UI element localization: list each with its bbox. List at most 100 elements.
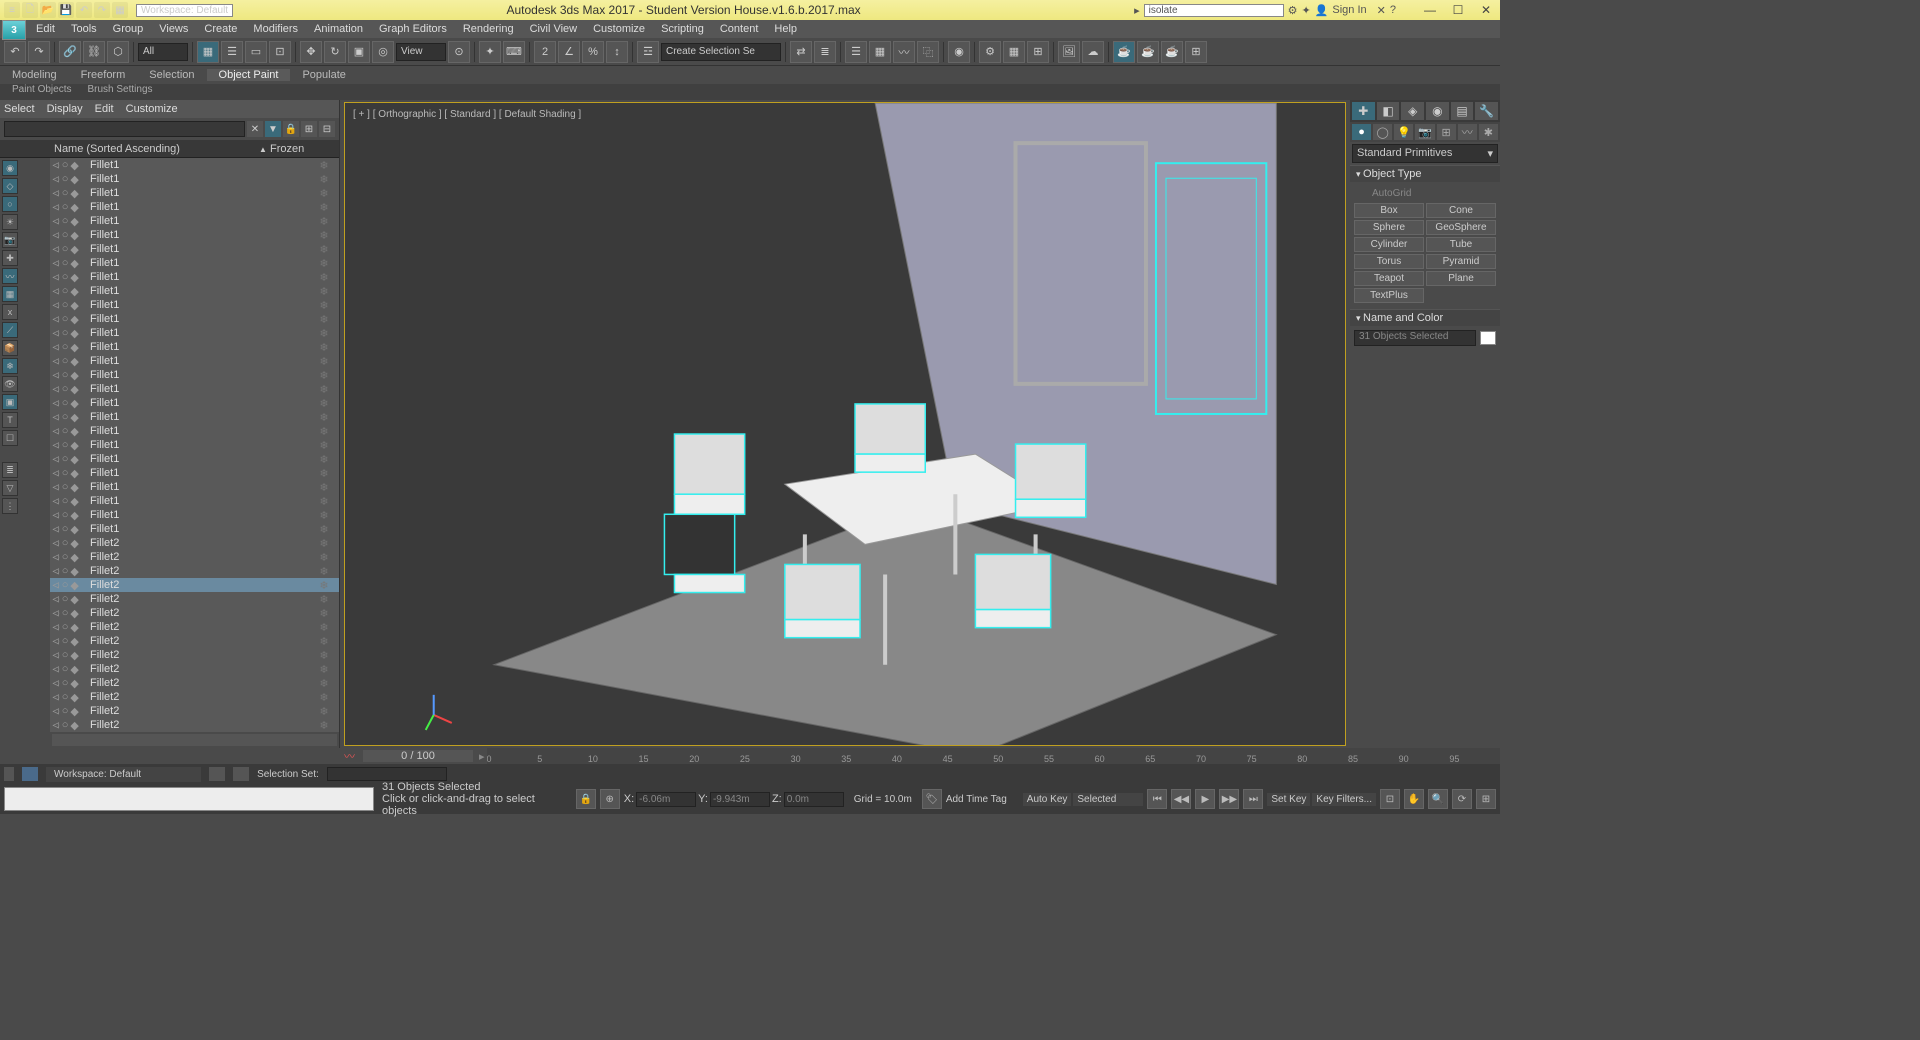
nav-orbit-icon[interactable]: ⟳ — [1452, 789, 1472, 809]
bind-button[interactable]: ⬡ — [107, 41, 129, 63]
explorer-menu-display[interactable]: Display — [47, 103, 83, 115]
visibility-icon[interactable]: ⏿ — [52, 271, 60, 284]
column-name[interactable]: Name (Sorted Ascending) — [50, 143, 259, 155]
trackbar-prompt-icon[interactable] — [22, 767, 38, 781]
layer-explorer-button[interactable]: ☰ — [845, 41, 867, 63]
redo-icon[interactable]: ↷ — [94, 2, 110, 18]
frozen-icon[interactable]: ❄ — [309, 439, 339, 452]
visibility-icon[interactable]: ⏿ — [52, 621, 60, 634]
frozen-icon[interactable]: ❄ — [309, 593, 339, 606]
freeze-icon[interactable]: ○ — [62, 705, 69, 718]
next-frame-icon[interactable]: ▶▶ — [1219, 789, 1239, 809]
visibility-icon[interactable]: ⏿ — [52, 663, 60, 676]
freeze-icon[interactable]: ○ — [62, 607, 69, 620]
frozen-icon[interactable]: ❄ — [309, 229, 339, 242]
utilities-tab-icon[interactable]: 🔧 — [1475, 102, 1498, 120]
keyfilters-button[interactable]: Key Filters... — [1312, 793, 1376, 806]
filter-space-warps-icon[interactable]: 〰 — [2, 268, 18, 284]
primitive-textplus[interactable]: TextPlus — [1354, 288, 1424, 303]
freeze-icon[interactable]: ○ — [62, 509, 69, 522]
visibility-icon[interactable]: ⏿ — [52, 187, 60, 200]
frozen-icon[interactable]: ❄ — [309, 551, 339, 564]
visibility-icon[interactable]: ⏿ — [52, 341, 60, 354]
visibility-icon[interactable]: ⏿ — [52, 677, 60, 690]
visibility-icon[interactable]: ⏿ — [52, 551, 60, 564]
list-item[interactable]: ⏿ ○ ◆Fillet1❄ — [50, 228, 339, 242]
list-item[interactable]: ⏿ ○ ◆Fillet1❄ — [50, 340, 339, 354]
curve-editor-button[interactable]: 〰 — [893, 41, 915, 63]
frozen-icon[interactable]: ❄ — [309, 369, 339, 382]
list-item[interactable]: ⏿ ○ ◆Fillet1❄ — [50, 256, 339, 270]
maxscript-listener[interactable] — [4, 787, 374, 811]
name-color-rollout-header[interactable]: Name and Color — [1350, 309, 1500, 326]
select-object-button[interactable]: ▦ — [197, 41, 219, 63]
menu-tools[interactable]: Tools — [63, 23, 105, 35]
list-item[interactable]: ⏿ ○ ◆Fillet2❄ — [50, 550, 339, 564]
trackbar-keys-icon[interactable] — [209, 767, 225, 781]
geometry-cat-icon[interactable]: ● — [1352, 124, 1371, 140]
prev-frame-icon[interactable]: ◀◀ — [1171, 789, 1191, 809]
signin-link[interactable]: Sign In — [1332, 4, 1366, 16]
time-slider-handle[interactable]: 0 / 100 — [363, 750, 473, 762]
explorer-menu-edit[interactable]: Edit — [95, 103, 114, 115]
list-item[interactable]: ⏿ ○ ◆Fillet1❄ — [50, 270, 339, 284]
object-color-swatch[interactable] — [1480, 331, 1496, 345]
viewport[interactable]: [ + ] [ Orthographic ] [ Standard ] [ De… — [342, 100, 1348, 748]
explorer-menu-select[interactable]: Select — [4, 103, 35, 115]
freeze-icon[interactable]: ○ — [62, 229, 69, 242]
filter-helpers-icon[interactable]: ✚ — [2, 250, 18, 266]
systems-cat-icon[interactable]: ✱ — [1479, 124, 1498, 140]
frozen-icon[interactable]: ❄ — [309, 467, 339, 480]
explorer-list[interactable]: ⏿ ○ ◆Fillet1❄⏿ ○ ◆Fillet1❄⏿ ○ ◆Fillet1❄⏿… — [50, 158, 339, 732]
nav-maxmin-icon[interactable]: ⊞ — [1476, 789, 1496, 809]
list-item[interactable]: ⏿ ○ ◆Fillet1❄ — [50, 214, 339, 228]
freeze-icon[interactable]: ○ — [62, 425, 69, 438]
freeze-icon[interactable]: ○ — [62, 621, 69, 634]
list-item[interactable]: ⏿ ○ ◆Fillet1❄ — [50, 508, 339, 522]
explorer-search-input[interactable] — [4, 121, 245, 137]
list-item[interactable]: ⏿ ○ ◆Fillet2❄ — [50, 676, 339, 690]
freeze-icon[interactable]: ○ — [62, 173, 69, 186]
mirror-button[interactable]: ⇄ — [790, 41, 812, 63]
lights-cat-icon[interactable]: 💡 — [1394, 124, 1413, 140]
list-item[interactable]: ⏿ ○ ◆Fillet2❄ — [50, 592, 339, 606]
menu-modifiers[interactable]: Modifiers — [245, 23, 306, 35]
list-item[interactable]: ⏿ ○ ◆Fillet2❄ — [50, 704, 339, 718]
freeze-icon[interactable]: ○ — [62, 397, 69, 410]
filter-xrefs-icon[interactable]: x — [2, 304, 18, 320]
frozen-icon[interactable]: ❄ — [309, 691, 339, 704]
keyboard-button[interactable]: ⌨ — [503, 41, 525, 63]
frozen-icon[interactable]: ❄ — [309, 677, 339, 690]
frozen-icon[interactable]: ❄ — [309, 341, 339, 354]
render-iterative-button[interactable]: 🖼 — [1058, 41, 1080, 63]
primitive-cylinder[interactable]: Cylinder — [1354, 237, 1424, 252]
explorer-h-scrollbar[interactable] — [52, 734, 337, 746]
ribbon-tab-freeform[interactable]: Freeform — [69, 69, 138, 81]
visibility-icon[interactable]: ⏿ — [52, 201, 60, 214]
spinner-snap-button[interactable]: ↕ — [606, 41, 628, 63]
freeze-icon[interactable]: ○ — [62, 495, 69, 508]
filter-text-icon[interactable]: T — [2, 412, 18, 428]
freeze-icon[interactable]: ○ — [62, 327, 69, 340]
visibility-icon[interactable]: ⏿ — [52, 635, 60, 648]
render-setup-button[interactable]: ⚙ — [979, 41, 1001, 63]
selection-filter-dropdown[interactable]: All — [138, 43, 188, 61]
frozen-icon[interactable]: ❄ — [309, 649, 339, 662]
frozen-icon[interactable]: ❄ — [309, 509, 339, 522]
workspace-dropdown[interactable]: Workspace: Default — [136, 4, 233, 17]
add-time-tag[interactable]: Add Time Tag — [946, 794, 1007, 805]
autogrid-checkbox[interactable]: AutoGrid — [1354, 186, 1496, 203]
list-item[interactable]: ⏿ ○ ◆Fillet1❄ — [50, 452, 339, 466]
list-item[interactable]: ⏿ ○ ◆Fillet1❄ — [50, 480, 339, 494]
list-item[interactable]: ⏿ ○ ◆Fillet2❄ — [50, 578, 339, 592]
freeze-icon[interactable]: ○ — [62, 719, 69, 732]
primitive-tube[interactable]: Tube — [1426, 237, 1496, 252]
menu-animation[interactable]: Animation — [306, 23, 371, 35]
list-item[interactable]: ⏿ ○ ◆Fillet2❄ — [50, 648, 339, 662]
lock-selection-icon[interactable]: 🔒 — [576, 789, 596, 809]
visibility-icon[interactable]: ⏿ — [52, 355, 60, 368]
helpers-cat-icon[interactable]: ⊞ — [1437, 124, 1456, 140]
undo-icon[interactable]: ↶ — [76, 2, 92, 18]
object-type-rollout-header[interactable]: Object Type — [1350, 165, 1500, 182]
list-item[interactable]: ⏿ ○ ◆Fillet1❄ — [50, 242, 339, 256]
